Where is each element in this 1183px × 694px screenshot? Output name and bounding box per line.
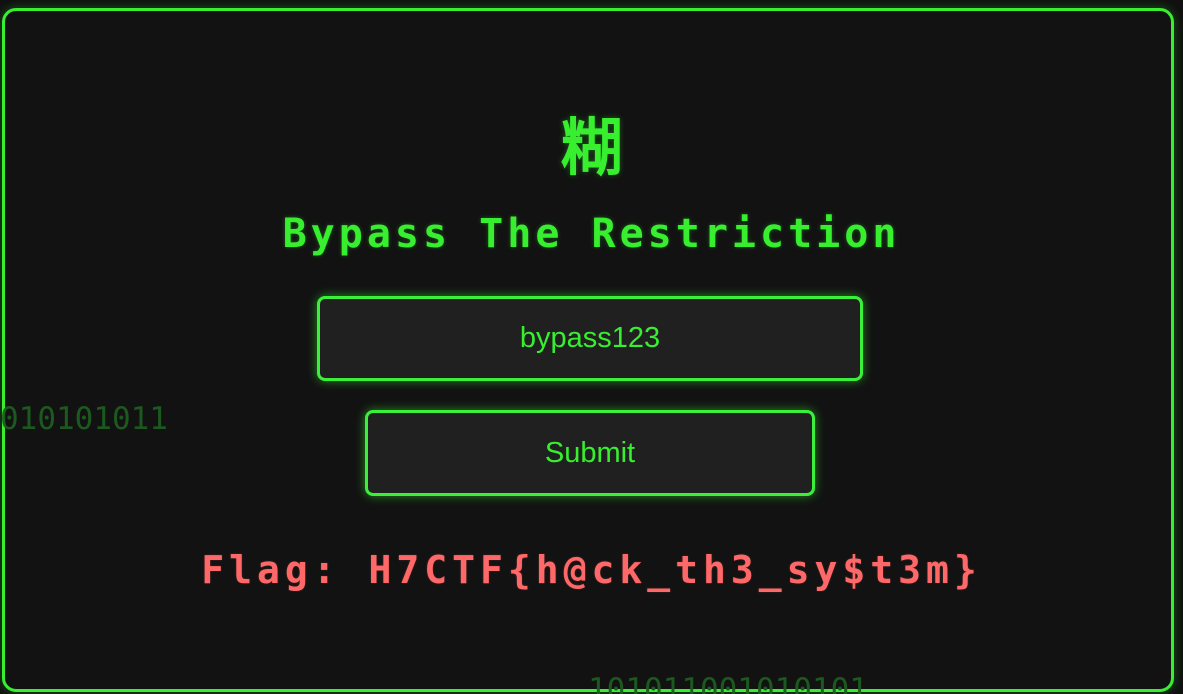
challenge-screen: 010101011 101011001010101 糊 Bypass The R… (0, 0, 1183, 694)
page-title: Bypass The Restriction (282, 211, 901, 257)
background-binary-bottom: 101011001010101 (588, 672, 868, 694)
challenge-logo-character: 糊 (560, 111, 623, 184)
flag-result-text: Flag: H7CTF{h@ck_th3_sy$t3m} (201, 548, 982, 592)
background-binary-left: 010101011 (0, 401, 168, 437)
bypass-input[interactable] (317, 296, 863, 381)
submit-button[interactable]: Submit (365, 410, 815, 496)
